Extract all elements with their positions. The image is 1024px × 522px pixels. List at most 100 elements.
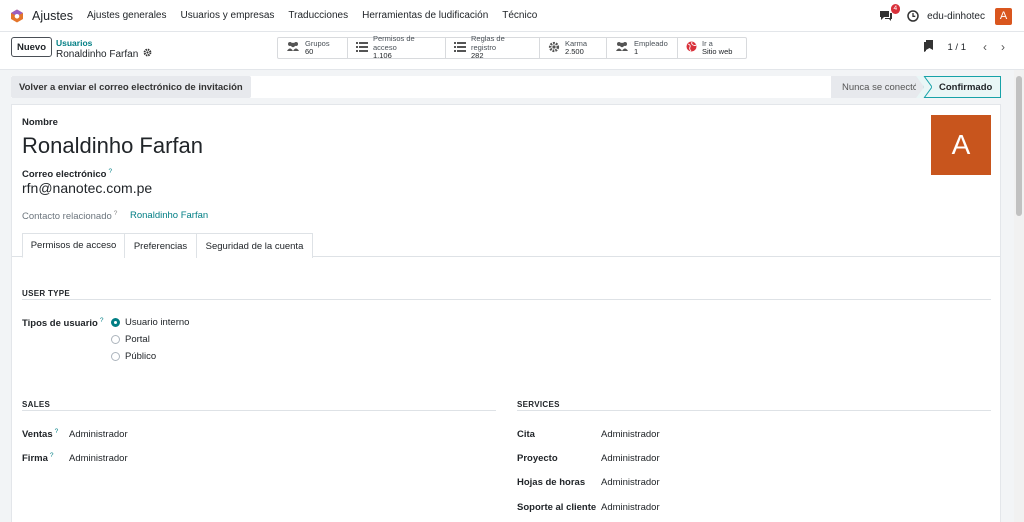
stat-label: Reglas de registro xyxy=(471,34,505,52)
chevron-right-icon: › xyxy=(1001,40,1005,54)
resend-invitation-button[interactable]: Volver a enviar el correo electrónico de… xyxy=(11,76,251,98)
company-name[interactable]: edu-dinhotec xyxy=(927,11,985,22)
new-button[interactable]: Nuevo xyxy=(11,37,52,57)
email-label: Correo electrónico? xyxy=(22,168,112,180)
contact-label: Contacto relacionado? xyxy=(22,210,117,222)
stat-button-reglas[interactable]: Reglas de registro 282 xyxy=(446,34,540,61)
menu-traducciones[interactable]: Traducciones xyxy=(288,10,348,21)
bookmark-icon[interactable] xyxy=(923,39,934,55)
stat-value: 282 xyxy=(471,51,484,61)
radio-checked-icon[interactable] xyxy=(111,318,120,327)
stat-value: Sitio web xyxy=(702,47,733,56)
radio-label: Portal xyxy=(125,334,150,345)
tab-seguridad-cuenta[interactable]: Seguridad de la cuenta xyxy=(196,233,313,258)
stat-value: 60 xyxy=(305,47,314,56)
sales-help[interactable]: ? xyxy=(55,428,59,435)
stat-value: 1.106 xyxy=(373,51,392,61)
stat-value: 1 xyxy=(634,47,639,56)
contact-label-text: Contacto relacionado xyxy=(22,211,112,223)
email-field[interactable]: rfn@nanotec.com.pe xyxy=(22,180,152,196)
appointment-label: Cita xyxy=(517,429,535,440)
stat-button-grupos[interactable]: Grupos 60 xyxy=(278,38,348,58)
sign-help[interactable]: ? xyxy=(50,452,54,459)
sign-label: Firma? xyxy=(22,452,54,464)
sign-label-text: Firma xyxy=(22,453,48,465)
pager-value[interactable]: 1 / 1 xyxy=(948,42,967,53)
chat-badge: 4 xyxy=(890,4,901,14)
sign-field[interactable]: Administrador xyxy=(69,453,128,464)
top-navbar: Ajustes Ajustes generales Usuarios y emp… xyxy=(0,0,1024,32)
radio-usuario-interno[interactable]: Usuario interno xyxy=(111,317,189,328)
user-type-help[interactable]: ? xyxy=(100,317,104,324)
stage-arrow xyxy=(916,76,932,98)
tab-permisos-acceso[interactable]: Permisos de acceso xyxy=(22,233,125,258)
chevron-left-icon: ‹ xyxy=(983,40,987,54)
stat-value: 2.500 xyxy=(565,47,584,56)
sales-label: Ventas? xyxy=(22,428,58,440)
radio-portal[interactable]: Portal xyxy=(111,334,150,345)
list-icon xyxy=(356,41,373,55)
project-label: Proyecto xyxy=(517,453,558,464)
project-field[interactable]: Administrador xyxy=(601,453,660,464)
contact-help[interactable]: ? xyxy=(114,210,118,217)
separator xyxy=(517,410,991,411)
gear-icon[interactable] xyxy=(143,48,152,60)
radio-unchecked-icon[interactable] xyxy=(111,335,120,344)
timesheets-field[interactable]: Administrador xyxy=(601,477,660,488)
chat-icon[interactable]: 4 xyxy=(879,4,901,23)
section-title-user-type: USER TYPE xyxy=(22,289,71,298)
email-label-text: Correo electrónico xyxy=(22,169,107,181)
form-sheet: Nombre Ronaldinho Farfan Correo electrón… xyxy=(11,104,1001,522)
notebook-tabs: Permisos de acceso Preferencias Segurida… xyxy=(12,233,1000,258)
stat-label: Empleado xyxy=(634,38,668,48)
radio-label: Público xyxy=(125,351,157,362)
clock-icon[interactable] xyxy=(907,10,919,22)
separator xyxy=(22,410,496,411)
app-name[interactable]: Ajustes xyxy=(32,9,73,23)
contact-link[interactable]: Ronaldinho Farfan xyxy=(130,210,208,221)
user-avatar[interactable]: A xyxy=(995,7,1012,25)
breadcrumb-current: Ronaldinho Farfan xyxy=(56,48,152,60)
list-icon xyxy=(454,41,471,55)
helpdesk-label: Soporte al cliente xyxy=(517,502,597,513)
stat-button-permisos[interactable]: Permisos de acceso 1.106 xyxy=(348,34,446,61)
stat-label: Permisos de acceso xyxy=(373,34,415,52)
stat-button-website[interactable]: Ir a Sitio web xyxy=(678,38,746,58)
stat-button-karma[interactable]: Karma 2.500 xyxy=(540,38,607,58)
sales-label-text: Ventas xyxy=(22,429,53,441)
pager-next-button[interactable]: › xyxy=(994,38,1012,56)
scrollbar-thumb[interactable] xyxy=(1016,76,1022,216)
user-type-label: Tipos de usuario? xyxy=(22,317,103,329)
name-label: Nombre xyxy=(22,117,58,128)
control-panel: Nuevo Usuarios Ronaldinho Farfan Grupos 6… xyxy=(0,32,1024,70)
users-icon xyxy=(286,41,305,55)
pager: 1 / 1 ‹ › xyxy=(923,38,1013,56)
user-avatar-large[interactable]: A xyxy=(931,115,991,175)
menu-ludificacion[interactable]: Herramientas de ludificación xyxy=(362,10,488,21)
name-field[interactable]: Ronaldinho Farfan xyxy=(22,133,203,159)
sales-field[interactable]: Administrador xyxy=(69,429,128,440)
stage-confirmed[interactable]: Confirmado xyxy=(923,76,1001,98)
stage-never-connected[interactable]: Nunca se conectó xyxy=(831,76,926,98)
helpdesk-field[interactable]: Administrador xyxy=(601,502,660,513)
menu-tecnico[interactable]: Técnico xyxy=(502,10,537,21)
menu-ajustes-generales[interactable]: Ajustes generales xyxy=(87,10,167,21)
breadcrumb-current-label: Ronaldinho Farfan xyxy=(56,48,139,60)
gear-icon xyxy=(548,41,565,56)
breadcrumb-parent[interactable]: Usuarios xyxy=(56,38,92,48)
radio-publico[interactable]: Público xyxy=(111,351,156,362)
pager-previous-button[interactable]: ‹ xyxy=(976,38,994,56)
stat-button-empleado[interactable]: Empleado 1 xyxy=(607,38,678,58)
status-bar: Volver a enviar el correo electrónico de… xyxy=(11,76,1001,98)
tab-preferencias[interactable]: Preferencias xyxy=(124,233,197,258)
globe-icon xyxy=(686,41,702,55)
email-help[interactable]: ? xyxy=(108,168,112,175)
scrollbar[interactable] xyxy=(1014,70,1024,522)
users-icon xyxy=(615,41,634,55)
radio-unchecked-icon[interactable] xyxy=(111,352,120,361)
menu-usuarios-empresas[interactable]: Usuarios y empresas xyxy=(181,10,275,21)
separator xyxy=(22,299,991,300)
app-logo-icon[interactable] xyxy=(10,9,24,23)
section-title-services: SERVICES xyxy=(517,400,560,409)
appointment-field[interactable]: Administrador xyxy=(601,429,660,440)
